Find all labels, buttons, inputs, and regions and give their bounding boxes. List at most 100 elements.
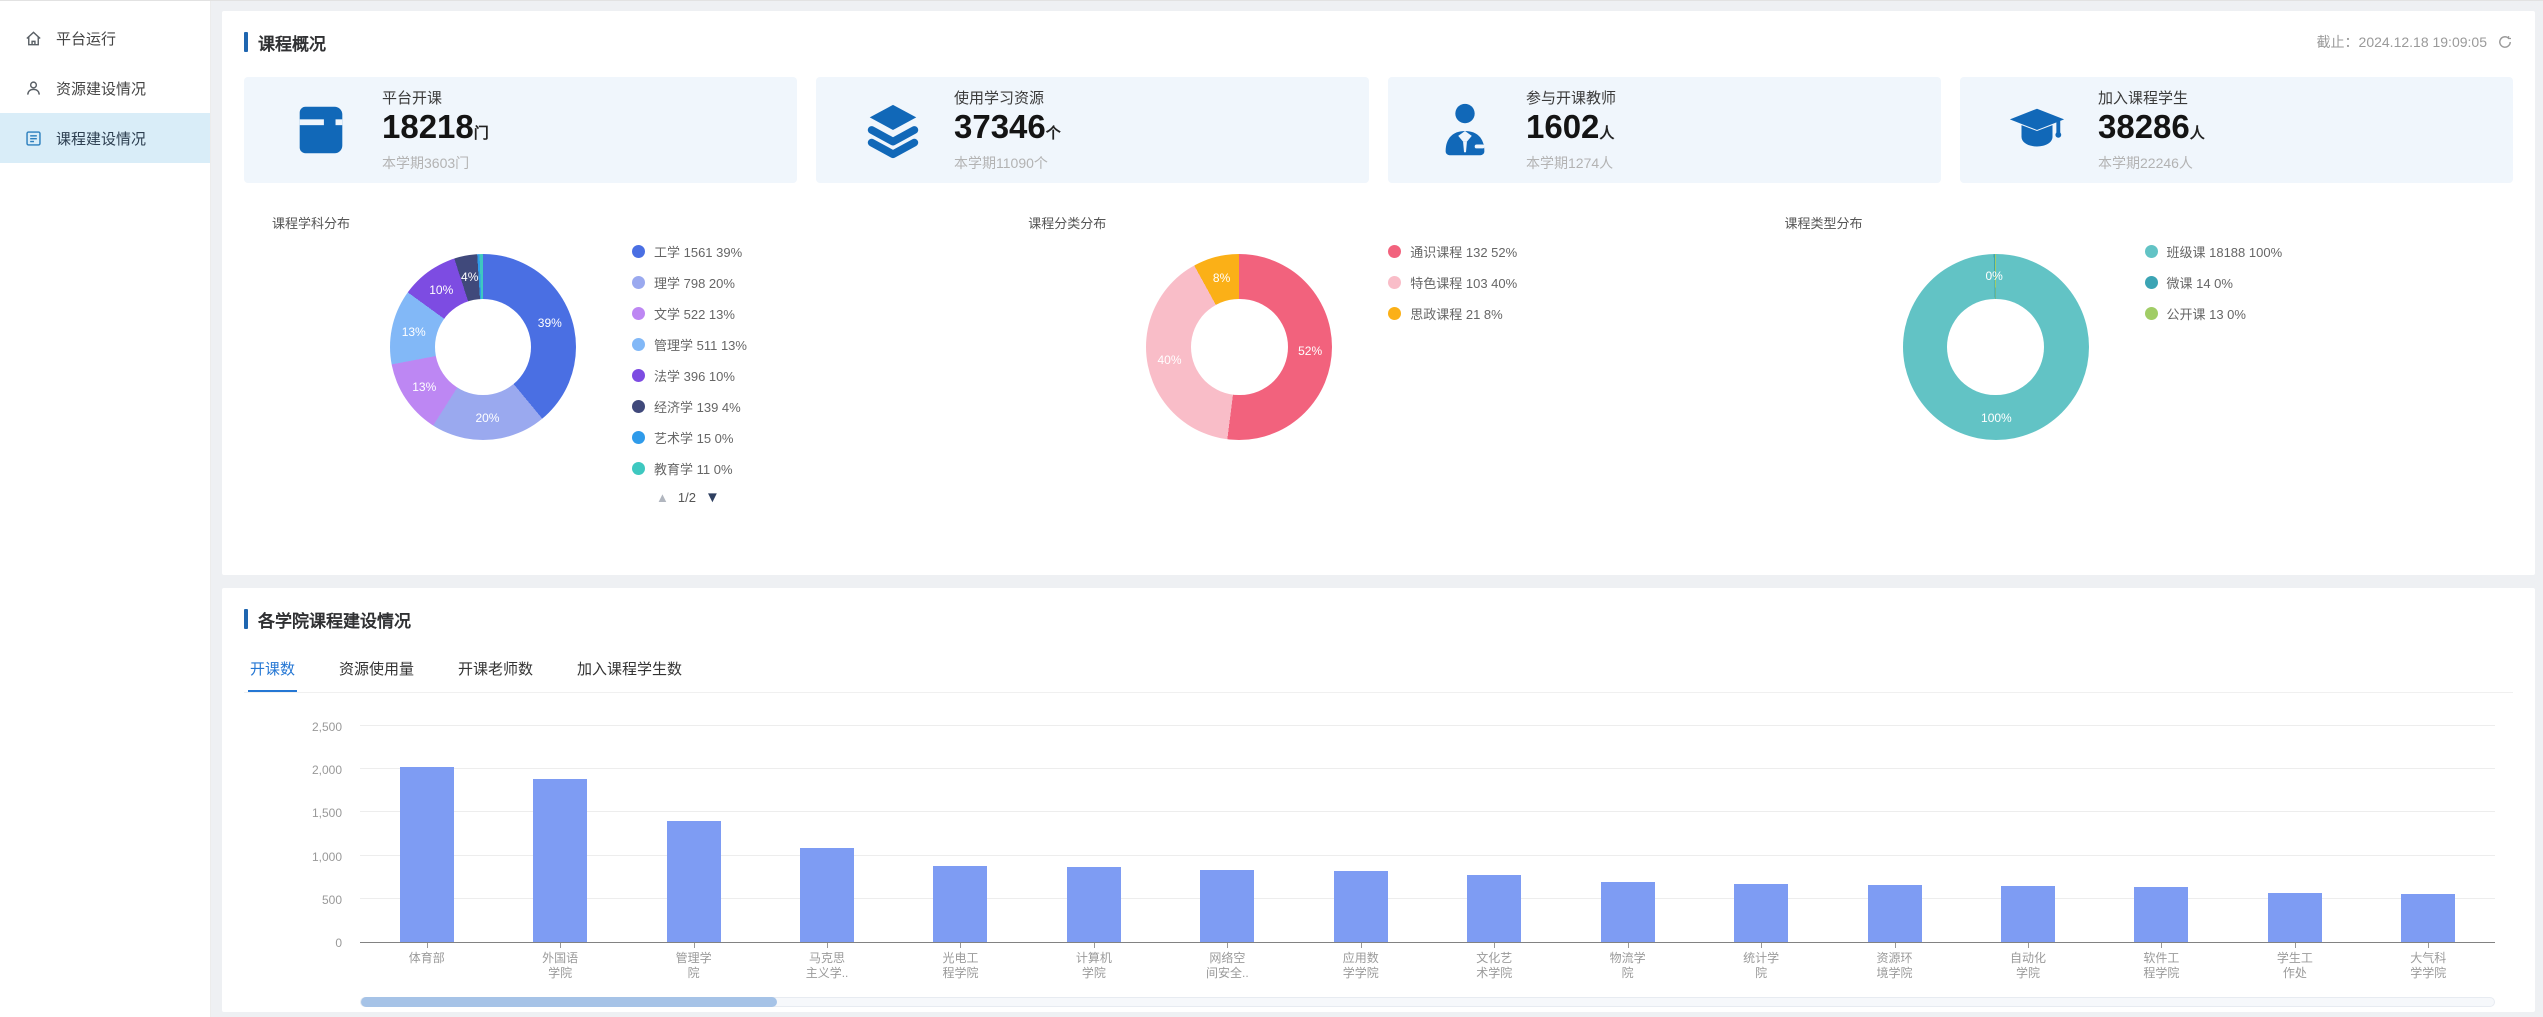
legend-dot (2145, 276, 2158, 289)
document-icon (24, 129, 43, 148)
legend-item[interactable]: 法学 396 10% (632, 365, 747, 385)
slice-label: 20% (475, 411, 499, 425)
legend-label: 通识课程 132 52% (1410, 242, 1517, 261)
legend-item[interactable]: 公开课 13 0% (2145, 303, 2283, 323)
refresh-icon[interactable] (2497, 34, 2513, 50)
sidebar-item-label: 平台运行 (56, 28, 116, 49)
sidebar-item-platform-run[interactable]: 平台运行 (0, 13, 210, 63)
legend-item[interactable]: 通识课程 132 52% (1388, 241, 1517, 261)
bar[interactable] (400, 767, 454, 942)
tab-student-count[interactable]: 加入课程学生数 (575, 648, 684, 692)
timestamp: 截止：2024.12.18 19:09:05 (2317, 32, 2513, 52)
bar[interactable] (1734, 884, 1788, 942)
axis-tick (694, 943, 695, 948)
y-axis-tick-label: 1,500 (312, 806, 342, 820)
scrollbar-track[interactable] (360, 997, 2495, 1007)
bar[interactable] (1868, 885, 1922, 942)
tab-course-count[interactable]: 开课数 (248, 648, 297, 692)
user-icon (24, 79, 43, 98)
legend-item[interactable]: 经济学 139 4% (632, 396, 747, 416)
legend-dot (2145, 307, 2158, 320)
legend-item[interactable]: 艺术学 15 0% (632, 427, 747, 447)
axis-tick (560, 943, 561, 948)
axis-tick (2295, 943, 2296, 948)
x-axis-label: 体育部 (360, 943, 493, 981)
slice-label: 4% (461, 270, 478, 284)
bar[interactable] (2401, 894, 2455, 942)
stat-card-courses: 平台开课 18218门 本学期3603门 (244, 77, 797, 183)
slice-label: 0% (1985, 269, 2002, 283)
legend-item[interactable]: 微课 14 0% (2145, 272, 2283, 292)
bar[interactable] (533, 779, 587, 942)
legend-page-up-icon[interactable]: ▲ (656, 490, 669, 505)
legend-item[interactable]: 工学 1561 39% (632, 241, 747, 261)
gridline (360, 811, 2495, 812)
legend-page-indicator: 1/2 (678, 490, 696, 505)
bar[interactable] (1200, 870, 1254, 942)
bar[interactable] (1067, 867, 1121, 942)
y-axis-tick-label: 2,500 (312, 720, 342, 734)
donut-category[interactable]: 52%40%8% (1146, 254, 1332, 440)
colleges-section-card: 各学院课程建设情况 开课数 资源使用量 开课老师数 加入课程学生数 05001,… (222, 588, 2535, 1012)
legend-item[interactable]: 管理学 511 13% (632, 334, 747, 354)
x-axis-label: 软件工程学院 (2095, 943, 2228, 981)
tab-resource-usage[interactable]: 资源使用量 (337, 648, 416, 692)
sidebar-item-course-construction[interactable]: 课程建设情况 (0, 113, 210, 163)
x-axis-label: 管理学院 (627, 943, 760, 981)
bar[interactable] (1467, 875, 1521, 942)
title-accent-bar (244, 32, 248, 52)
legend-dot (632, 338, 645, 351)
legend-label: 微课 14 0% (2167, 273, 2233, 292)
bar[interactable] (1334, 871, 1388, 942)
legend-item[interactable]: 文学 522 13% (632, 303, 747, 323)
bar-column (627, 821, 760, 942)
legend-item[interactable]: 教育学 11 0% (632, 458, 747, 478)
bar-column (2362, 894, 2495, 942)
legend-pagination: ▲ 1/2 ▼ (656, 489, 747, 506)
scrollbar-thumb[interactable] (361, 997, 777, 1007)
legend-item[interactable]: 理学 798 20% (632, 272, 747, 292)
chart-subject-distribution: 课程学科分布 39%20%13%13%10%4% 工学 1561 39%理学 7… (244, 213, 1000, 523)
bar-chart: 05001,0001,5002,0002,500 体育部外国语学院管理学院马克思… (244, 727, 2513, 981)
graduate-icon (2006, 99, 2068, 161)
donut-subject[interactable]: 39%20%13%13%10%4% (390, 254, 576, 440)
bar[interactable] (933, 866, 987, 942)
x-axis-label: 学生工作处 (2228, 943, 2361, 981)
legend-label: 文学 522 13% (654, 304, 735, 323)
chart-legend: 班级课 18188 100% 微课 14 0% 公开课 13 0% (2145, 241, 2283, 334)
stat-value: 1602人 (1526, 110, 1616, 151)
chart-title: 课程分类分布 (1028, 213, 1756, 232)
bar[interactable] (1601, 882, 1655, 942)
y-axis-tick-label: 0 (335, 936, 342, 950)
legend-label: 法学 396 10% (654, 366, 735, 385)
bar[interactable] (2134, 887, 2188, 942)
stat-value: 37346个 (954, 110, 1061, 151)
gridline (360, 725, 2495, 726)
slice-label: 10% (429, 283, 453, 297)
donut-type[interactable]: 100%0% (1903, 254, 2089, 440)
sidebar-item-resource-construction[interactable]: 资源建设情况 (0, 63, 210, 113)
axis-tick (1761, 943, 1762, 948)
bar[interactable] (2001, 886, 2055, 942)
axis-tick (2028, 943, 2029, 948)
legend-dot (1388, 307, 1401, 320)
legend-page-down-icon[interactable]: ▼ (705, 489, 720, 506)
stat-unit: 人 (2190, 125, 2205, 142)
bar[interactable] (800, 848, 854, 942)
title-accent-bar (244, 609, 248, 629)
stat-value: 18218门 (382, 110, 489, 151)
x-axis-label: 网络空间安全.. (1161, 943, 1294, 981)
bar[interactable] (667, 821, 721, 942)
bar[interactable] (2268, 893, 2322, 942)
stat-unit: 人 (1599, 125, 1614, 142)
axis-tick (960, 943, 961, 948)
legend-item[interactable]: 特色课程 103 40% (1388, 272, 1517, 292)
legend-label: 思政课程 21 8% (1410, 304, 1502, 323)
sidebar: 平台运行 资源建设情况 课程建设情况 (0, 1, 211, 1017)
tab-teacher-count[interactable]: 开课老师数 (456, 648, 535, 692)
x-axis-labels: 体育部外国语学院管理学院马克思主义学..光电工程学院计算机学院网络空间安全..应… (360, 943, 2495, 981)
legend-item[interactable]: 思政课程 21 8% (1388, 303, 1517, 323)
legend-item[interactable]: 班级课 18188 100% (2145, 241, 2283, 261)
slice-label: 39% (538, 316, 562, 330)
x-axis-label: 马克思主义学.. (760, 943, 893, 981)
